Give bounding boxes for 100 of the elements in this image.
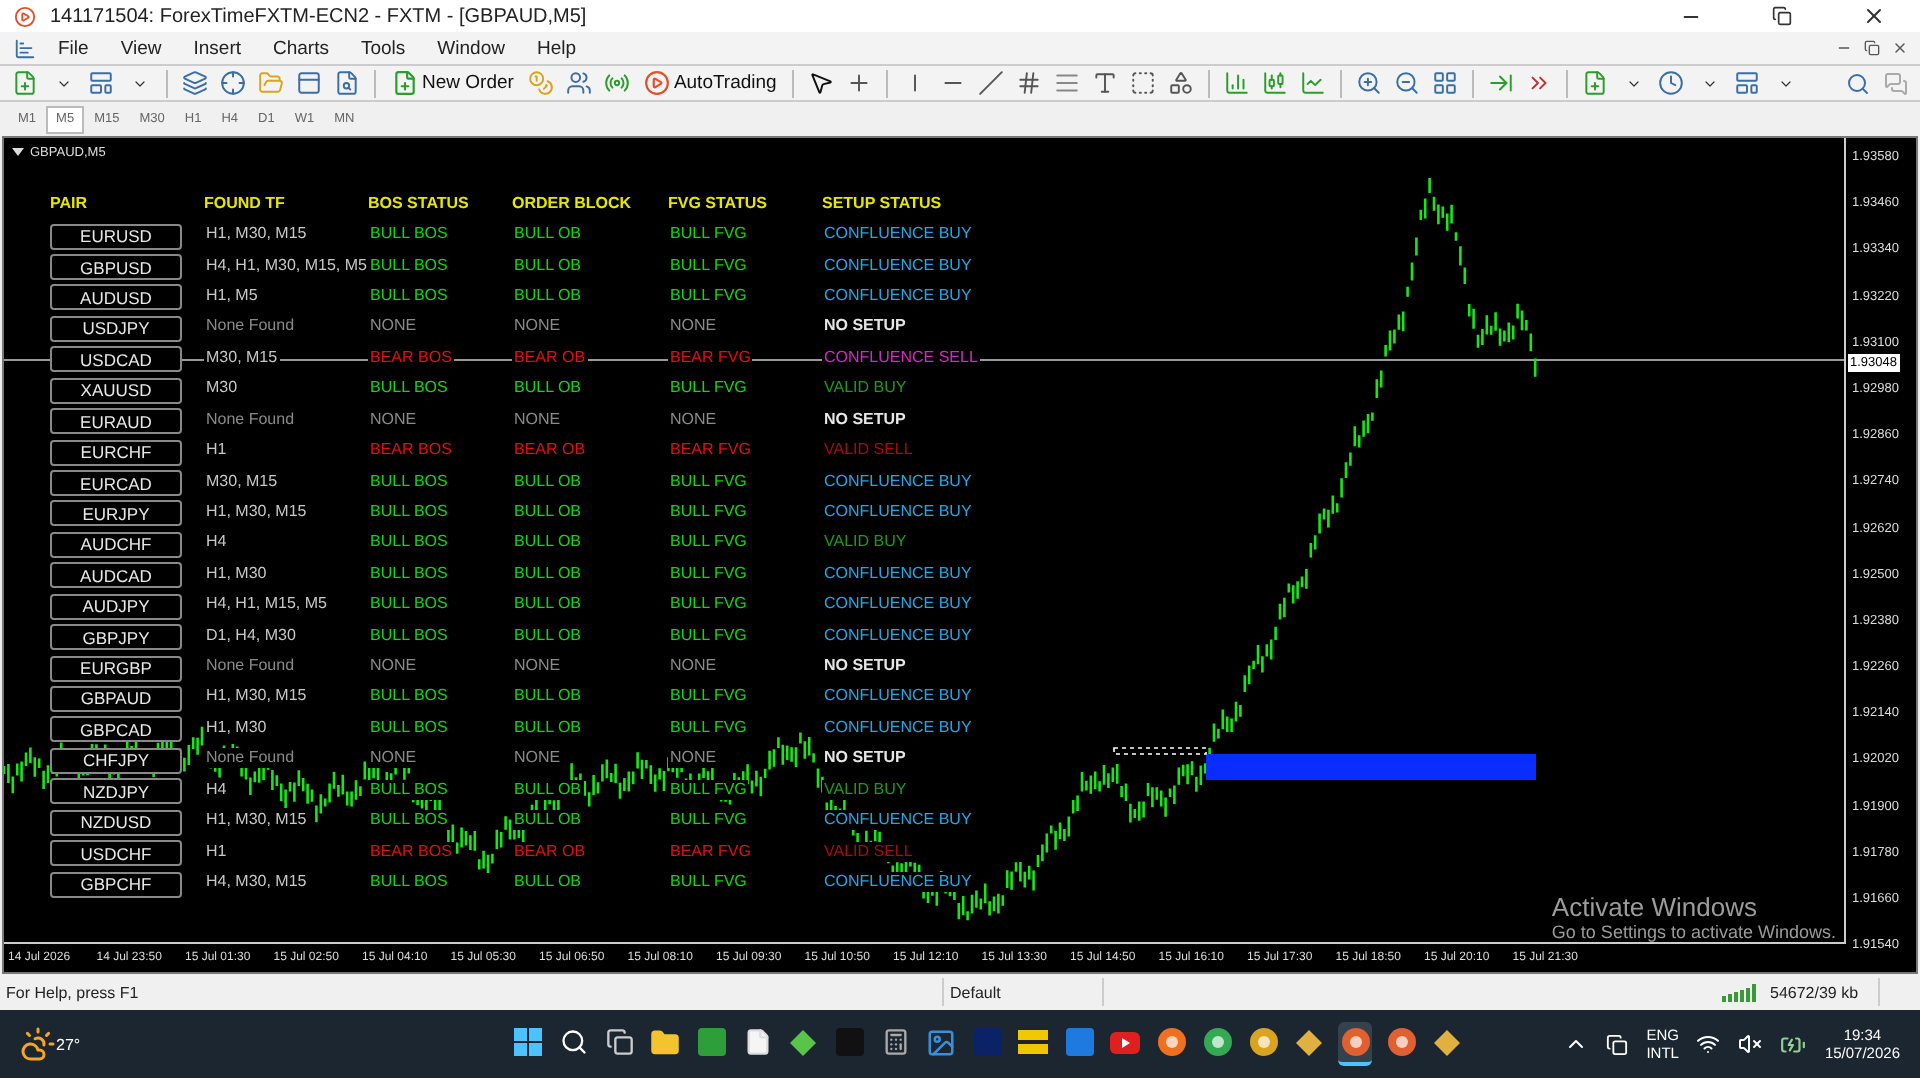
table-cell: NONE bbox=[512, 409, 563, 430]
table-cell: BULL BOS bbox=[368, 501, 450, 522]
table-cell: BULL FVG bbox=[668, 285, 749, 306]
status-profile: Default bbox=[944, 978, 1104, 1006]
menu-item[interactable]: Insert bbox=[177, 37, 257, 59]
speaker-muted-icon[interactable] bbox=[1738, 1032, 1763, 1056]
new-order-icon bbox=[392, 70, 418, 96]
pair-button[interactable]: EURJPY bbox=[50, 500, 182, 527]
autotrading-button[interactable]: AutoTrading bbox=[637, 67, 783, 99]
pair-button[interactable]: GBPUSD bbox=[50, 254, 182, 281]
pair-button[interactable]: AUDUSD bbox=[50, 284, 182, 311]
table-cell: BULL BOS bbox=[368, 378, 450, 399]
table-cell: H1, M5 bbox=[204, 285, 260, 306]
pair-button[interactable]: NZDUSD bbox=[50, 809, 182, 836]
table-cell: BULL BOS bbox=[368, 471, 450, 491]
pair-button[interactable]: AUDCAD bbox=[50, 562, 182, 589]
table-cell: BULL BOS bbox=[368, 871, 450, 892]
menu-item[interactable]: Tools bbox=[344, 37, 422, 59]
restore-icon[interactable] bbox=[1772, 6, 1792, 26]
new-order-button[interactable]: New Order bbox=[386, 67, 520, 99]
table-cell: BULL OB bbox=[512, 532, 583, 553]
table-cell: NONE bbox=[668, 409, 719, 430]
table-cell: H4, H1, M15, M5 bbox=[204, 594, 329, 615]
table-cell: None Found bbox=[204, 656, 297, 677]
table-cell: CONFLUENCE BUY bbox=[822, 810, 974, 831]
play-icon bbox=[643, 70, 670, 96]
table-cell: BEAR BOS bbox=[368, 440, 454, 461]
table-cell: BEAR BOS bbox=[368, 841, 454, 862]
terminal-icon[interactable] bbox=[292, 67, 326, 99]
tray-app-icon[interactable] bbox=[1606, 1033, 1629, 1055]
pair-button[interactable]: NZDJPY bbox=[50, 778, 182, 805]
close-icon[interactable] bbox=[1862, 4, 1886, 28]
table-cell: M30 bbox=[204, 378, 240, 399]
pair-button[interactable]: XAUUSD bbox=[50, 377, 182, 404]
table-cell: BULL FVG bbox=[668, 717, 749, 738]
table-cell: BEAR BOS bbox=[368, 347, 454, 368]
pair-button[interactable]: GBPJPY bbox=[50, 624, 182, 651]
table-cell: VALID BUY bbox=[822, 378, 909, 399]
menu-item[interactable]: Help bbox=[520, 37, 593, 59]
table-cell: BULL FVG bbox=[668, 471, 749, 491]
table-cell: NO SETUP bbox=[822, 748, 908, 769]
table-cell: BULL BOS bbox=[368, 532, 450, 553]
app-icon[interactable] bbox=[1338, 1022, 1373, 1066]
battery-icon[interactable] bbox=[1780, 1031, 1807, 1057]
table-cell: BULL BOS bbox=[368, 686, 450, 707]
menu-item[interactable]: Window bbox=[421, 37, 521, 59]
table-cell: NONE bbox=[668, 656, 719, 677]
table-cell: BULL FVG bbox=[668, 594, 749, 615]
collapse-icon[interactable] bbox=[12, 148, 24, 156]
table-cell: BULL BOS bbox=[368, 717, 450, 738]
table-cell: VALID BUY bbox=[822, 532, 909, 553]
periods-icon[interactable] bbox=[1654, 67, 1689, 99]
pair-button[interactable]: AUDCHF bbox=[50, 531, 182, 558]
pair-button[interactable]: USDCHF bbox=[50, 840, 182, 867]
dashed-zone bbox=[1113, 747, 1207, 755]
pair-button[interactable]: GBPCAD bbox=[50, 716, 182, 743]
table-cell: CONFLUENCE BUY bbox=[822, 285, 974, 306]
pair-button[interactable]: EURAUD bbox=[50, 408, 182, 435]
menu-item[interactable]: Charts bbox=[257, 37, 345, 59]
table-cell: BULL OB bbox=[512, 224, 583, 245]
table-cell: BULL FVG bbox=[668, 224, 749, 245]
table-cell: H1, M30, M15 bbox=[204, 810, 309, 831]
menu-item[interactable]: View bbox=[104, 37, 178, 59]
pair-button[interactable]: GBPAUD bbox=[50, 685, 182, 712]
table-cell: BEAR OB bbox=[512, 440, 588, 461]
column-header: ORDER BLOCK bbox=[512, 194, 634, 213]
table-cell: BULL OB bbox=[512, 501, 583, 522]
table-cell: NONE bbox=[368, 409, 419, 430]
menu-item[interactable]: File bbox=[42, 37, 105, 59]
pair-button[interactable]: USDCAD bbox=[50, 346, 182, 373]
trendline-icon[interactable] bbox=[974, 67, 1009, 99]
table-cell: BULL OB bbox=[512, 871, 583, 892]
table-cell: BULL FVG bbox=[668, 501, 749, 522]
table-cell: VALID SELL bbox=[822, 841, 915, 862]
pair-button[interactable]: EURGBP bbox=[50, 655, 182, 682]
table-cell: CONFLUENCE BUY bbox=[822, 224, 974, 245]
weather-icon[interactable] bbox=[20, 1026, 56, 1062]
pair-button[interactable]: USDJPY bbox=[50, 315, 182, 342]
table-cell: VALID BUY bbox=[822, 779, 909, 800]
table-cell: None Found bbox=[204, 316, 297, 337]
community-icon[interactable] bbox=[561, 67, 596, 99]
table-cell: VALID SELL bbox=[822, 440, 915, 461]
close-icon[interactable] bbox=[1892, 40, 1908, 56]
table-cell: H4, M30, M15 bbox=[204, 871, 309, 892]
market-watch-icon[interactable] bbox=[178, 67, 212, 99]
pair-button[interactable]: CHFJPY bbox=[50, 747, 182, 774]
pair-button[interactable]: EURUSD bbox=[50, 223, 182, 250]
pair-button[interactable]: AUDJPY bbox=[50, 593, 182, 620]
profiles-icon[interactable] bbox=[84, 67, 118, 99]
table-cell: CONFLUENCE BUY bbox=[822, 563, 974, 584]
pair-button[interactable]: GBPCHF bbox=[50, 871, 182, 897]
table-cell: H4 bbox=[204, 779, 229, 800]
table-cell: NONE bbox=[512, 748, 563, 769]
table-cell: H4, H1, M30, M15, M5 bbox=[204, 255, 369, 276]
table-cell: NONE bbox=[512, 656, 563, 677]
pair-button[interactable]: EURCAD bbox=[50, 470, 182, 497]
table-cell: BULL FVG bbox=[668, 532, 749, 553]
pair-button[interactable]: EURCHF bbox=[50, 439, 182, 466]
navigator-icon[interactable] bbox=[216, 67, 250, 99]
restore-icon[interactable] bbox=[1864, 40, 1880, 56]
